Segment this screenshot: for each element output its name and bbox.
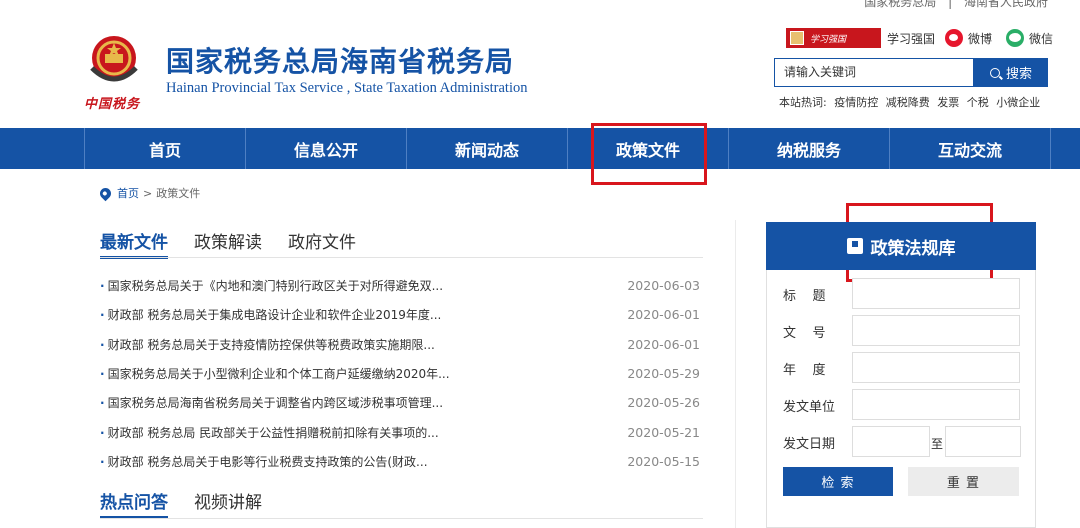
list-item[interactable]: 财政部 税务总局关于支持疫情防控保供等税费政策实施期限... 2020-06-0… — [100, 330, 700, 359]
field-date: 发文日期 至 — [783, 426, 1023, 457]
field-year: 年 度 — [783, 352, 1023, 383]
policy-library-title: 政策法规库 — [870, 238, 956, 259]
location-pin-icon — [97, 185, 114, 201]
search-input[interactable]: 请输入关键词 — [774, 58, 974, 87]
list-item[interactable]: 国家税务总局海南省税务局关于调整省内跨区域涉税事项管理... 2020-05-2… — [100, 388, 700, 417]
weibo-icon — [945, 29, 963, 47]
doc-date: 2020-05-15 — [627, 453, 700, 469]
doc-title[interactable]: 国家税务总局海南省税务局关于调整省内跨区域涉税事项管理... — [100, 394, 443, 411]
nav-divider — [1050, 128, 1051, 169]
date-from-input[interactable] — [852, 426, 930, 457]
column-divider — [735, 220, 736, 528]
weibo-label: 微博 — [968, 31, 993, 46]
hot-word[interactable]: 减税降费 — [886, 96, 930, 109]
field-label: 年 度 — [783, 363, 826, 378]
nav-item-info[interactable]: 信息公开 — [246, 128, 406, 169]
field-title: 标 题 — [783, 278, 1023, 309]
nav-item-news[interactable]: 新闻动态 — [407, 128, 567, 169]
search-button-label: 搜索 — [1005, 67, 1032, 82]
top-links: 国家税务总局 | 海南省人民政府 — [860, 0, 1052, 10]
top-bar: 国家税务总局 | 海南省人民政府 — [0, 0, 1080, 10]
weibo-link[interactable]: 微博 — [945, 27, 992, 49]
doc-date: 2020-05-26 — [627, 395, 700, 411]
field-label: 发文单位 — [783, 400, 836, 415]
field-issuer: 发文单位 — [783, 389, 1023, 420]
hot-words-label: 本站热词: — [779, 96, 827, 109]
hot-word[interactable]: 个税 — [967, 96, 989, 109]
document-tabs: 最新文件 政策解读 政府文件 — [100, 228, 382, 259]
doc-title[interactable]: 财政部 税务总局 民政部关于公益性捐赠税前扣除有关事项的... — [100, 424, 439, 441]
top-separator: | — [948, 0, 953, 9]
highlight-box-policy-nav — [591, 123, 707, 185]
link-sat[interactable]: 国家税务总局 — [864, 0, 936, 9]
doc-date: 2020-05-21 — [627, 424, 700, 440]
list-item[interactable]: 财政部 税务总局关于集成电路设计企业和软件企业2019年度... 2020-06… — [100, 300, 700, 329]
breadcrumb-home[interactable]: 首页 — [117, 185, 139, 201]
list-item[interactable]: 国家税务总局关于小型微利企业和个体工商户延缓缴纳2020年... 2020-05… — [100, 359, 700, 388]
site-title[interactable]: 国家税务总局海南省税务局 — [166, 40, 514, 80]
list-item[interactable]: 财政部 税务总局关于电影等行业税费支持政策的公告(财政... 2020-05-1… — [100, 447, 700, 476]
date-to-input[interactable] — [945, 426, 1021, 457]
book-icon — [846, 238, 863, 254]
nav-item-home[interactable]: 首页 — [85, 128, 245, 169]
link-hainan-gov[interactable]: 海南省人民政府 — [964, 0, 1048, 9]
national-emblem-icon[interactable] — [86, 32, 142, 88]
doc-date: 2020-06-01 — [627, 336, 700, 352]
nav-item-interact[interactable]: 互动交流 — [890, 128, 1050, 169]
tab-video[interactable]: 视频讲解 — [194, 488, 262, 514]
issuer-input[interactable] — [852, 389, 1020, 420]
xuexi-link[interactable]: 学习强国 学习强国 — [786, 27, 935, 49]
tab-divider — [100, 518, 703, 519]
weixin-label: 微信 — [1029, 31, 1054, 46]
site-header: 中国税务 国家税务总局海南省税务局 Hainan Provincial Tax … — [0, 10, 1080, 128]
year-input[interactable] — [852, 352, 1020, 383]
hot-word[interactable]: 疫情防控 — [834, 96, 878, 109]
doc-title[interactable]: 财政部 税务总局关于支持疫情防控保供等税费政策实施期限... — [100, 336, 435, 353]
retrieve-button[interactable]: 检 索 — [783, 467, 893, 496]
wechat-icon — [1006, 29, 1024, 47]
main-nav: 首页 信息公开 新闻动态 政策文件 纳税服务 互动交流 — [0, 128, 1080, 169]
list-item[interactable]: 国家税务总局关于《内地和澳门特别行政区关于对所得避免双... 2020-06-0… — [100, 271, 700, 300]
field-label: 标 题 — [783, 289, 826, 304]
hot-word[interactable]: 小微企业 — [996, 96, 1040, 109]
hot-words: 本站热词: 疫情防控 减税降费 发票 个税 小微企业 — [779, 94, 1044, 110]
reset-button[interactable]: 重 置 — [908, 467, 1019, 496]
title-input[interactable] — [852, 278, 1020, 309]
field-label: 发文日期 — [783, 437, 836, 452]
doc-date: 2020-06-01 — [627, 307, 700, 323]
breadcrumb-current: 政策文件 — [156, 187, 201, 200]
tab-interpretation[interactable]: 政策解读 — [194, 228, 262, 254]
doc-title[interactable]: 国家税务总局关于《内地和澳门特别行政区关于对所得避免双... — [100, 277, 443, 294]
search-icon — [989, 67, 1000, 78]
doc-number-input[interactable] — [852, 315, 1020, 346]
xuexi-label: 学习强国 — [887, 31, 936, 46]
breadcrumb: 首页 > 政策文件 — [97, 185, 201, 201]
policy-library-header[interactable]: 政策法规库 — [766, 222, 1036, 270]
weixin-link[interactable]: 微信 — [1006, 27, 1053, 49]
tab-latest[interactable]: 最新文件 — [100, 228, 168, 259]
field-label: 文 号 — [783, 326, 826, 341]
emblem-caption: 中国税务 — [84, 97, 141, 112]
doc-title[interactable]: 国家税务总局关于小型微利企业和个体工商户延缓缴纳2020年... — [100, 365, 450, 382]
doc-date: 2020-05-29 — [627, 366, 700, 382]
site-subtitle: Hainan Provincial Tax Service , State Ta… — [166, 80, 528, 96]
nav-item-service[interactable]: 纳税服务 — [729, 128, 889, 169]
xuexi-logo-icon: 学习强国 — [786, 28, 881, 48]
doc-date: 2020-06-03 — [627, 278, 700, 294]
tab-hot-qa[interactable]: 热点问答 — [100, 488, 168, 519]
breadcrumb-separator: > — [143, 186, 153, 200]
tab-divider — [100, 257, 703, 258]
field-doc-no: 文 号 — [783, 315, 1023, 346]
list-item[interactable]: 财政部 税务总局 民政部关于公益性捐赠税前扣除有关事项的... 2020-05-… — [100, 417, 700, 446]
hot-word[interactable]: 发票 — [937, 96, 959, 109]
tab-gov-docs[interactable]: 政府文件 — [288, 228, 356, 254]
qa-tabs: 热点问答 视频讲解 — [100, 488, 288, 519]
doc-title[interactable]: 财政部 税务总局关于电影等行业税费支持政策的公告(财政... — [100, 453, 428, 470]
doc-title[interactable]: 财政部 税务总局关于集成电路设计企业和软件企业2019年度... — [100, 306, 442, 323]
document-list: 国家税务总局关于《内地和澳门特别行政区关于对所得避免双... 2020-06-0… — [100, 271, 700, 476]
date-range-to: 至 — [931, 437, 944, 451]
search-button[interactable]: 搜索 — [974, 58, 1048, 87]
